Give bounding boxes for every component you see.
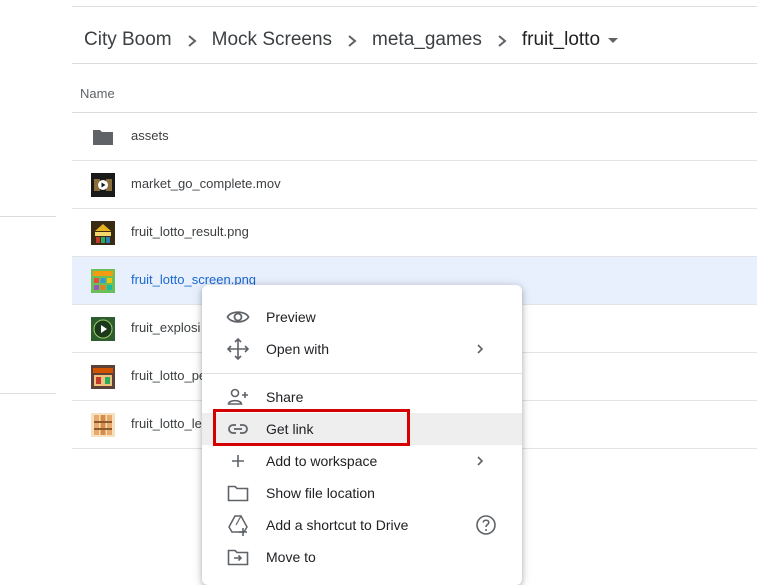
menu-item-label: Show file location xyxy=(266,485,375,501)
annotation-highlight-box xyxy=(213,409,410,446)
menu-item-label: Add to workspace xyxy=(266,453,378,469)
image-thumbnail-icon xyxy=(91,365,115,389)
chevron-right-icon xyxy=(172,30,212,51)
chevron-right-icon xyxy=(477,456,484,466)
move-to-folder-icon xyxy=(227,549,249,566)
file-name: market_go_complete.mov xyxy=(131,176,281,191)
menu-item-label: Add a shortcut to Drive xyxy=(266,517,409,533)
menu-divider xyxy=(202,373,522,374)
plus-icon xyxy=(232,455,244,467)
breadcrumb-item-meta-games[interactable]: meta_games xyxy=(372,29,482,51)
file-row-assets[interactable]: assets xyxy=(72,113,757,161)
chevron-right-icon xyxy=(477,344,484,354)
sidebar-divider xyxy=(0,393,56,394)
file-name: fruit_lotto_result.png xyxy=(131,224,249,239)
image-thumbnail-icon xyxy=(91,269,115,293)
folder-icon xyxy=(93,130,113,145)
drive-shortcut-icon xyxy=(228,515,248,536)
menu-item-preview[interactable]: Preview xyxy=(202,301,522,333)
breadcrumb-item-fruit-lotto[interactable]: fruit_lotto xyxy=(522,29,600,51)
column-header-name[interactable]: Name xyxy=(80,86,115,101)
menu-item-add-shortcut[interactable]: Add a shortcut to Drive xyxy=(202,509,522,541)
menu-item-label: Move to xyxy=(266,549,316,565)
file-name: fruit_explosi xyxy=(131,320,201,335)
file-name: fruit_lotto_pe xyxy=(131,368,207,383)
chevron-right-icon xyxy=(332,30,372,51)
file-name: assets xyxy=(131,128,169,143)
video-thumbnail-icon xyxy=(91,173,115,197)
file-row-market-go-complete[interactable]: market_go_complete.mov xyxy=(72,161,757,209)
folder-outline-icon xyxy=(227,485,249,502)
menu-item-label: Open with xyxy=(266,341,330,357)
move-arrows-icon xyxy=(226,337,250,361)
menu-item-show-file-location[interactable]: Show file location xyxy=(202,477,522,509)
breadcrumb-item-city-boom[interactable]: City Boom xyxy=(84,29,172,51)
menu-item-open-with[interactable]: Open with xyxy=(202,333,522,365)
file-name: fruit_lotto_le xyxy=(131,416,202,431)
person-add-icon xyxy=(227,388,248,405)
caret-down-icon[interactable] xyxy=(608,37,619,43)
menu-item-add-to-workspace[interactable]: Add to workspace xyxy=(202,445,522,477)
menu-item-move-to[interactable]: Move to xyxy=(202,541,522,573)
help-icon[interactable] xyxy=(474,513,498,537)
divider xyxy=(72,63,757,64)
menu-item-label: Preview xyxy=(266,309,316,325)
top-bar-edge xyxy=(72,0,757,7)
chevron-right-icon xyxy=(482,30,522,51)
menu-item-label: Share xyxy=(266,389,304,405)
image-thumbnail-icon xyxy=(91,221,115,245)
video-thumbnail-icon xyxy=(91,317,115,341)
breadcrumb: City Boom Mock Screens meta_games fruit_… xyxy=(84,26,619,54)
eye-icon xyxy=(226,311,250,323)
sidebar-divider xyxy=(0,216,56,217)
image-thumbnail-icon xyxy=(91,413,115,437)
file-row-fruit-lotto-result[interactable]: fruit_lotto_result.png xyxy=(72,209,757,257)
breadcrumb-item-mock-screens[interactable]: Mock Screens xyxy=(212,29,332,51)
